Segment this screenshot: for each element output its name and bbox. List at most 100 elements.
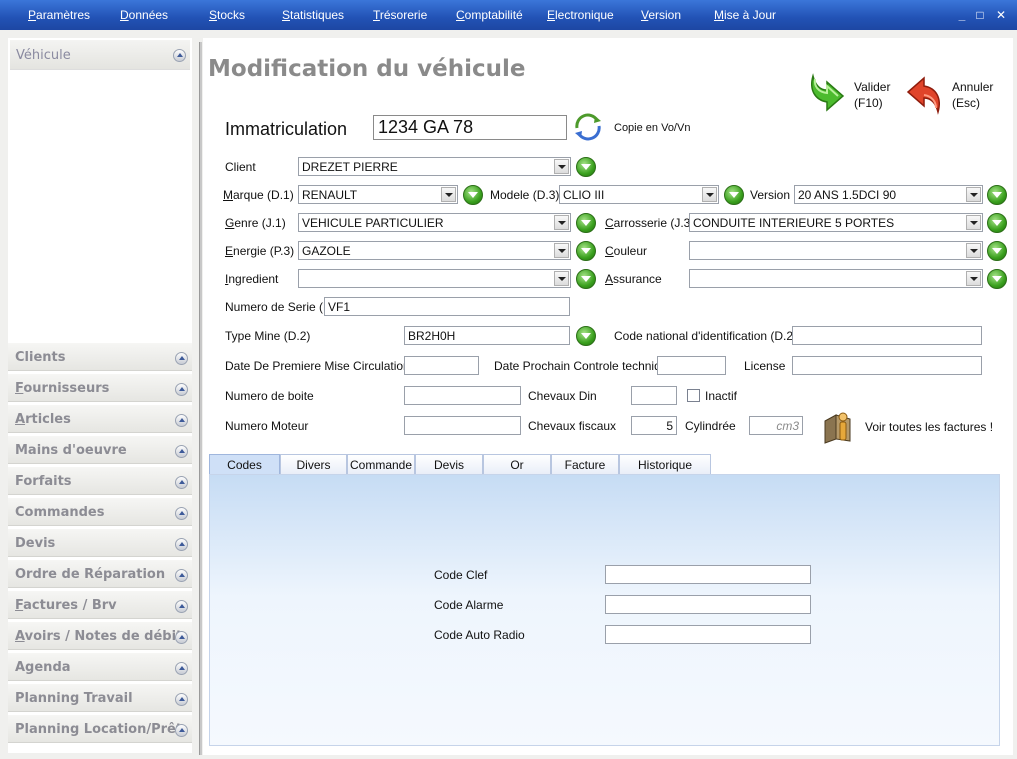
date-mec-input[interactable] (404, 356, 479, 375)
ingredient-go-button[interactable] (576, 269, 596, 289)
sidebar-item-commandes[interactable]: Commandes (8, 497, 192, 526)
dropdown-arrow-icon[interactable] (554, 159, 569, 174)
client-go-button[interactable] (576, 157, 596, 177)
inactif-checkbox[interactable] (687, 389, 700, 402)
maximize-icon[interactable]: □ (973, 8, 987, 22)
sidebar-item-agenda[interactable]: Agenda (8, 652, 192, 681)
client-select[interactable]: DREZET PIERRE (298, 157, 571, 176)
type-mine-go-button[interactable] (576, 326, 596, 346)
energie-go-button[interactable] (576, 241, 596, 261)
immatriculation-input[interactable]: 1234 GA 78 (373, 115, 567, 140)
code-alarme-input[interactable] (605, 595, 811, 614)
dropdown-arrow-icon[interactable] (554, 271, 569, 286)
expand-icon[interactable] (175, 445, 188, 458)
tab-facture[interactable]: Facture (551, 454, 619, 474)
sidebar-item-planning-location[interactable]: Planning Location/Prêt (8, 714, 192, 743)
expand-icon[interactable] (175, 507, 188, 520)
numero-moteur-input[interactable] (404, 416, 521, 435)
sidebar-item-articles[interactable]: Articles (8, 404, 192, 433)
dropdown-arrow-icon[interactable] (966, 215, 981, 230)
cylindree-input[interactable]: cm3 (749, 416, 803, 435)
ingredient-select[interactable] (298, 269, 571, 288)
assurance-go-button[interactable] (987, 269, 1007, 289)
marque-go-button[interactable] (463, 185, 483, 205)
splitter[interactable] (199, 42, 202, 755)
chevaux-fiscaux-input[interactable]: 5 (631, 416, 677, 435)
expand-icon[interactable] (175, 693, 188, 706)
dropdown-arrow-icon[interactable] (966, 187, 981, 202)
tab-commande[interactable]: Commande (347, 454, 415, 474)
version-go-button[interactable] (987, 185, 1007, 205)
menu-parametres[interactable]: Paramètres (28, 8, 90, 22)
dropdown-arrow-icon[interactable] (441, 187, 456, 202)
menu-stocks[interactable]: Stocks (209, 8, 245, 22)
expand-icon[interactable] (175, 383, 188, 396)
numero-boite-input[interactable] (404, 386, 521, 405)
couleur-go-button[interactable] (987, 241, 1007, 261)
menu-statistiques[interactable]: Statistiques (282, 8, 344, 22)
version-select[interactable]: 20 ANS 1.5DCI 90 (794, 185, 983, 204)
sidebar-item-devis[interactable]: Devis (8, 528, 192, 557)
couleur-select[interactable] (689, 241, 983, 260)
modele-go-button[interactable] (724, 185, 744, 205)
sidebar-item-mains-oeuvre[interactable]: Mains d'oeuvre (8, 435, 192, 464)
marque-label: Marque (D.1) (223, 188, 294, 202)
dropdown-arrow-icon[interactable] (554, 243, 569, 258)
voir-factures-button[interactable] (822, 407, 860, 445)
collapse-icon[interactable] (173, 49, 186, 62)
sidebar-item-factures[interactable]: Factures / Brv (8, 590, 192, 619)
expand-icon[interactable] (175, 600, 188, 613)
tab-divers[interactable]: Divers (280, 454, 347, 474)
menu-version[interactable]: Version (641, 8, 681, 22)
expand-icon[interactable] (175, 662, 188, 675)
menu-donnees[interactable]: Données (120, 8, 168, 22)
tab-historique[interactable]: Historique détaillé (619, 454, 711, 486)
code-clef-input[interactable] (605, 565, 811, 584)
sidebar-item-ordre-reparation[interactable]: Ordre de Réparation (8, 559, 192, 588)
date-ct-input[interactable] (657, 356, 726, 375)
sidebar-header-vehicule[interactable]: Véhicule (10, 40, 190, 70)
license-input[interactable] (792, 356, 982, 375)
genre-go-button[interactable] (576, 213, 596, 233)
marque-select[interactable]: RENAULT (298, 185, 458, 204)
sidebar-item-fournisseurs[interactable]: Fournisseurs (8, 373, 192, 402)
genre-select[interactable]: VEHICULE PARTICULIER (298, 213, 571, 232)
dropdown-arrow-icon[interactable] (702, 187, 717, 202)
copie-button[interactable] (571, 112, 605, 142)
menu-comptabilite[interactable]: Comptabilité (456, 8, 523, 22)
dropdown-arrow-icon[interactable] (966, 271, 981, 286)
close-icon[interactable]: ✕ (994, 8, 1008, 22)
annuler-button[interactable] (902, 72, 946, 116)
type-mine-input[interactable]: BR2H0H (404, 326, 570, 345)
code-autoradio-input[interactable] (605, 625, 811, 644)
valider-button[interactable] (805, 72, 849, 116)
expand-icon[interactable] (175, 476, 188, 489)
sidebar-item-clients[interactable]: Clients (8, 342, 192, 371)
minimize-icon[interactable]: _ (955, 8, 969, 22)
menu-electronique[interactable]: Electronique (547, 8, 614, 22)
menu-tresorerie[interactable]: Trésorerie (373, 8, 427, 22)
code-national-input[interactable] (792, 326, 982, 345)
numero-serie-input[interactable]: VF1 (324, 297, 570, 316)
expand-icon[interactable] (175, 538, 188, 551)
sidebar-item-avoirs[interactable]: Avoirs / Notes de débit (8, 621, 192, 650)
expand-icon[interactable] (175, 724, 188, 737)
dropdown-arrow-icon[interactable] (554, 215, 569, 230)
assurance-select[interactable] (689, 269, 983, 288)
tab-codes[interactable]: Codes (209, 454, 280, 474)
carrosserie-select[interactable]: CONDUITE INTERIEURE 5 PORTES (689, 213, 983, 232)
sidebar-item-forfaits[interactable]: Forfaits (8, 466, 192, 495)
expand-icon[interactable] (175, 352, 188, 365)
expand-icon[interactable] (175, 631, 188, 644)
dropdown-arrow-icon[interactable] (966, 243, 981, 258)
modele-select[interactable]: CLIO III (559, 185, 719, 204)
tab-or[interactable]: Or (483, 454, 551, 474)
expand-icon[interactable] (175, 414, 188, 427)
tab-devis[interactable]: Devis (415, 454, 483, 474)
sidebar-item-planning-travail[interactable]: Planning Travail (8, 683, 192, 712)
carrosserie-go-button[interactable] (987, 213, 1007, 233)
chevaux-din-input[interactable] (631, 386, 677, 405)
energie-select[interactable]: GAZOLE (298, 241, 571, 260)
menu-mise-a-jour[interactable]: Mise à Jour (714, 8, 776, 22)
expand-icon[interactable] (175, 569, 188, 582)
